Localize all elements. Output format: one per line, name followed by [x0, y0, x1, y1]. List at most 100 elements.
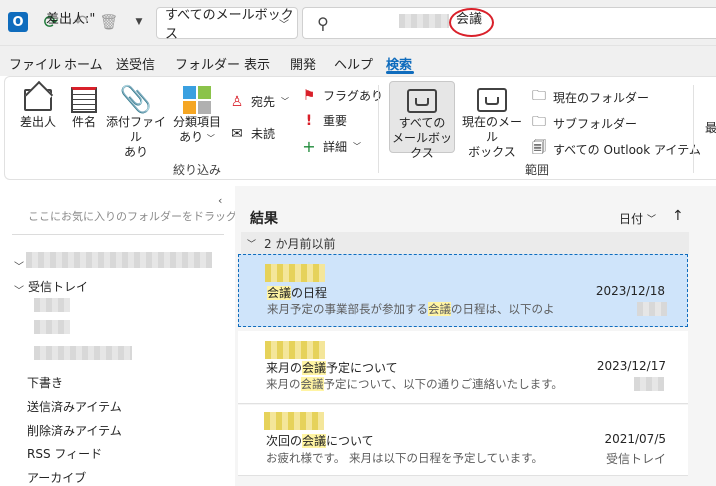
current-mailbox-label-2: ボックス: [468, 145, 516, 159]
current-folder-button[interactable]: 🗀 現在のフォルダー: [531, 85, 649, 109]
tab-developer[interactable]: 開発: [290, 54, 316, 73]
outlook-logo-icon: O: [8, 12, 33, 32]
more-label: 詳細: [323, 140, 348, 154]
search-input[interactable]: ⚲: [302, 7, 716, 39]
subfolders-label: サブフォルダー: [553, 116, 638, 131]
unread-label: 未読: [251, 127, 276, 141]
folder-deleted-items[interactable]: 削除済みアイテム: [27, 422, 122, 439]
mail-preview: 来月の会議予定について、以下の通りご連絡いたします。: [266, 377, 563, 391]
redacted-sender: [265, 264, 325, 282]
chevron-down-icon: ﹀: [353, 142, 362, 151]
envelope-person-icon: [24, 89, 52, 111]
exclamation-icon: !: [305, 112, 313, 129]
menu-bar: ファイル ホーム 送受信 フォルダー 表示 開発 ヘルプ 検索: [0, 46, 716, 76]
categories-icon: [183, 86, 211, 114]
subfolders-button[interactable]: 🗀 サブフォルダー: [531, 111, 637, 135]
mail-subject: 会議の日程: [267, 286, 328, 300]
has-attachments-button[interactable]: 📎 添付ファイル あり: [105, 85, 167, 160]
from-button[interactable]: 差出人: [15, 85, 61, 130]
current-mailbox-button[interactable]: 現在のメール ボックス: [457, 85, 527, 160]
mail-preview: 来月予定の事業部長が参加する会議の日程は、以下のよ: [267, 302, 555, 316]
tab-help[interactable]: ヘルプ: [334, 54, 373, 73]
subject-label: 件名: [71, 115, 96, 129]
group-separator: [378, 85, 379, 173]
folder-sent-items[interactable]: 送信済みアイテム: [27, 398, 122, 415]
subject-button[interactable]: 件名: [65, 85, 103, 130]
mail-item[interactable]: 次回の会議について お疲れ様です。 来月は以下の日程を予定しています。 2021…: [238, 405, 688, 475]
paperclip-icon: 📎: [119, 84, 153, 115]
redacted-account-name: [26, 252, 212, 268]
scope-group-label: 範囲: [525, 163, 550, 177]
tab-file[interactable]: ファイル: [9, 54, 61, 73]
attach-label-1: 添付ファイル: [105, 115, 166, 144]
mail-subject: 来月の会議予定について: [266, 361, 398, 375]
annotation-circle: [449, 8, 494, 37]
from-label: 差出人: [19, 115, 56, 129]
search-scope-dropdown[interactable]: すべてのメールボックス ﹀: [156, 7, 298, 42]
folder-archive[interactable]: アーカイブ: [27, 469, 86, 486]
folder-inbox[interactable]: 受信トレイ: [28, 278, 88, 295]
sort-direction-arrow-icon[interactable]: ↑: [672, 208, 684, 224]
quick-access-more-icon[interactable]: ▼: [128, 11, 150, 33]
collapse-pane-icon[interactable]: ‹: [218, 194, 222, 207]
redacted-folder: [34, 298, 70, 312]
tab-folder[interactable]: フォルダー: [175, 54, 240, 73]
folder-drafts[interactable]: 下書き: [27, 374, 63, 391]
search-query-prefix: 差出人:": [46, 12, 96, 27]
chevron-down-icon[interactable]: ﹀: [14, 258, 24, 273]
folder-pane: ‹ ここにお気に入りのフォルダーをドラッグします ﹀ ﹀ 受信トレイ 下書き 送…: [0, 186, 270, 486]
attach-label-2: あり: [123, 145, 148, 159]
important-label: 重要: [323, 114, 348, 128]
redacted-sender: [264, 412, 324, 430]
sort-by-dropdown[interactable]: 日付 ﹀: [619, 210, 656, 227]
results-title: 結果: [250, 211, 278, 227]
category-label-1: 分類項目: [172, 115, 221, 129]
mail-date: 2023/12/17: [596, 359, 666, 373]
favorites-drag-hint: ここにお気に入りのフォルダーをドラッグします: [28, 210, 270, 223]
to-button[interactable]: ♙ 宛先 ﹀: [229, 93, 289, 110]
group-label: 2 か月前以前: [264, 236, 336, 251]
mail-item[interactable]: 来月の会議予定について 来月の会議予定について、以下の通りご連絡いたします。 2…: [238, 331, 688, 403]
category-label-2: あり: [179, 130, 204, 144]
mail-item[interactable]: 会議の日程 来月予定の事業部長が参加する会議の日程は、以下のよ 2023/12/…: [238, 254, 688, 327]
all-outlook-items-button[interactable]: 🗐 すべての Outlook アイテム: [531, 137, 701, 161]
mail-subject: 次回の会議について: [266, 434, 374, 448]
tab-view[interactable]: 表示: [244, 54, 270, 73]
all-mailboxes-label-2: メールボックス: [391, 131, 452, 160]
person-icon: ♙: [230, 93, 244, 110]
redacted-folder: [637, 302, 667, 316]
chevron-down-icon: ﹀: [647, 215, 657, 225]
folder-rss-feeds[interactable]: RSS フィード: [27, 445, 102, 462]
date-group-header[interactable]: ﹀ 2 か月前以前: [241, 232, 689, 254]
group-separator: [693, 85, 694, 173]
redacted-folder: [634, 377, 664, 391]
tab-home[interactable]: ホーム: [64, 54, 103, 73]
inbox-tray-icon: [477, 88, 507, 112]
all-items-icon: 🗐: [532, 140, 546, 156]
sort-by-label: 日付: [619, 212, 644, 226]
unread-button[interactable]: ✉ 未読: [229, 125, 275, 142]
truncated-button-label: 最: [705, 121, 716, 135]
plus-icon: +: [302, 137, 316, 156]
subfolder-icon: 🗀: [532, 114, 546, 130]
mail-folder-label: 受信トレイ: [605, 452, 666, 466]
recent-searches-button[interactable]: 最: [705, 119, 716, 136]
redacted-folder: [34, 346, 132, 360]
delete-icon[interactable]: 🗑: [98, 11, 120, 33]
refine-group-label: 絞り込み: [173, 163, 222, 177]
search-scope-label: すべてのメールボックス: [165, 8, 294, 42]
important-button[interactable]: ! 重要: [301, 112, 347, 129]
all-mailboxes-button[interactable]: すべての メールボックス: [389, 81, 455, 160]
chevron-down-icon: ﹀: [281, 97, 290, 106]
flagged-button[interactable]: ⚑ フラグあり: [301, 87, 383, 104]
redacted-folder: [34, 320, 70, 334]
chevron-down-icon[interactable]: ﹀: [14, 282, 24, 297]
envelope-open-icon: ✉: [231, 125, 243, 142]
divider: [238, 475, 688, 476]
more-button[interactable]: + 詳細 ﹀: [301, 137, 361, 156]
ribbon: 差出人 件名 📎 添付ファイル あり 分類項目 あり ﹀ ♙ 宛先 ﹀ ✉ 未読…: [4, 76, 716, 180]
to-label: 宛先: [251, 95, 276, 109]
all-outlook-label: すべての Outlook アイテム: [553, 142, 701, 157]
categorized-button[interactable]: 分類項目 あり ﹀: [169, 85, 225, 146]
tab-send-receive[interactable]: 送受信: [116, 54, 155, 73]
